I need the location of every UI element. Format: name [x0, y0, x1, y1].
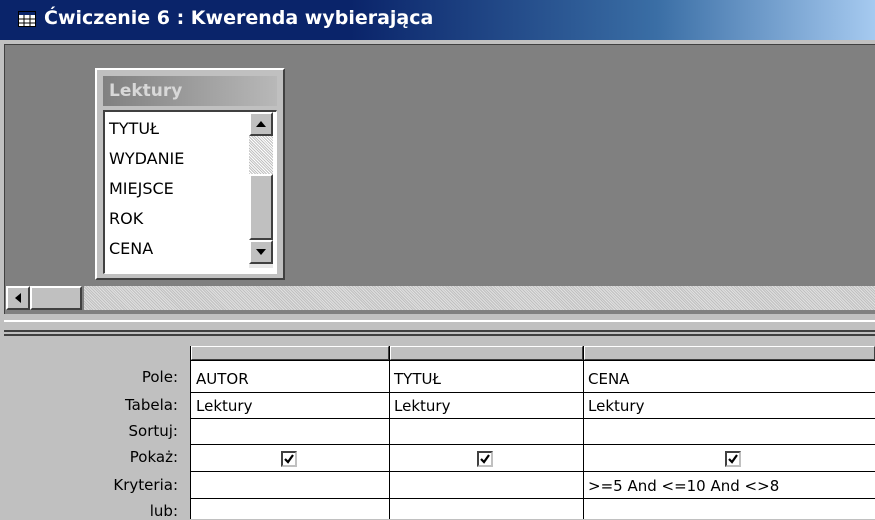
- column-selector[interactable]: [584, 346, 875, 360]
- title-bar[interactable]: Ćwiczenie 6 : Kwerenda wybierająca: [0, 0, 875, 40]
- check-icon: [284, 454, 294, 464]
- arrow-up-icon: [256, 121, 266, 127]
- table-box-title[interactable]: Lektury: [103, 76, 277, 106]
- row-label-kryteria: Kryteria:: [113, 476, 178, 494]
- cell-tabela[interactable]: Lektury: [394, 394, 450, 418]
- cell-pole[interactable]: AUTOR: [196, 367, 249, 391]
- scroll-thumb[interactable]: [249, 174, 273, 240]
- row-label-pokaz: Pokaż:: [129, 448, 178, 466]
- column-selector[interactable]: [191, 346, 389, 360]
- cell-kryteria[interactable]: >=5 And <=10 And <>8: [588, 474, 779, 498]
- column-selector[interactable]: [390, 346, 583, 360]
- field-list-scrollbar[interactable]: [249, 112, 273, 268]
- row-label-tabela: Tabela:: [124, 396, 178, 414]
- field-item[interactable]: CENA: [109, 238, 153, 260]
- cell-tabela[interactable]: Lektury: [588, 394, 644, 418]
- scroll-left-button[interactable]: [6, 286, 30, 310]
- show-checkbox[interactable]: [477, 451, 493, 467]
- cell-tabela[interactable]: Lektury: [196, 394, 252, 418]
- field-item[interactable]: WYDANIE: [109, 148, 184, 170]
- query-icon: [18, 11, 36, 27]
- show-checkbox[interactable]: [725, 451, 741, 467]
- table-box-lektury[interactable]: Lektury TYTUŁ WYDANIE MIEJSCE ROK CENA: [95, 68, 285, 280]
- hscroll-track[interactable]: [84, 286, 875, 310]
- hscroll-thumb[interactable]: [30, 286, 82, 310]
- arrow-left-icon: [15, 293, 21, 303]
- field-item[interactable]: ROK: [109, 208, 143, 230]
- show-checkbox[interactable]: [281, 451, 297, 467]
- pane-splitter[interactable]: [4, 320, 875, 332]
- window-title: Ćwiczenie 6 : Kwerenda wybierająca: [44, 7, 434, 29]
- row-label-sortuj: Sortuj:: [128, 422, 178, 440]
- field-item[interactable]: TYTUŁ: [109, 118, 159, 140]
- row-label-pole: Pole:: [141, 368, 178, 386]
- cell-pole[interactable]: TYTUŁ: [394, 367, 441, 391]
- scroll-down-button[interactable]: [249, 240, 273, 264]
- cell-pole[interactable]: CENA: [588, 367, 629, 391]
- row-label-lub: lub:: [149, 502, 178, 520]
- check-icon: [480, 454, 490, 464]
- table-pane-hscrollbar[interactable]: [4, 284, 875, 312]
- field-list[interactable]: TYTUŁ WYDANIE MIEJSCE ROK CENA: [103, 110, 277, 274]
- check-icon: [728, 454, 738, 464]
- scroll-up-button[interactable]: [249, 112, 273, 136]
- field-item[interactable]: MIEJSCE: [109, 178, 174, 200]
- arrow-down-icon: [256, 249, 266, 255]
- scroll-track[interactable]: [249, 136, 273, 174]
